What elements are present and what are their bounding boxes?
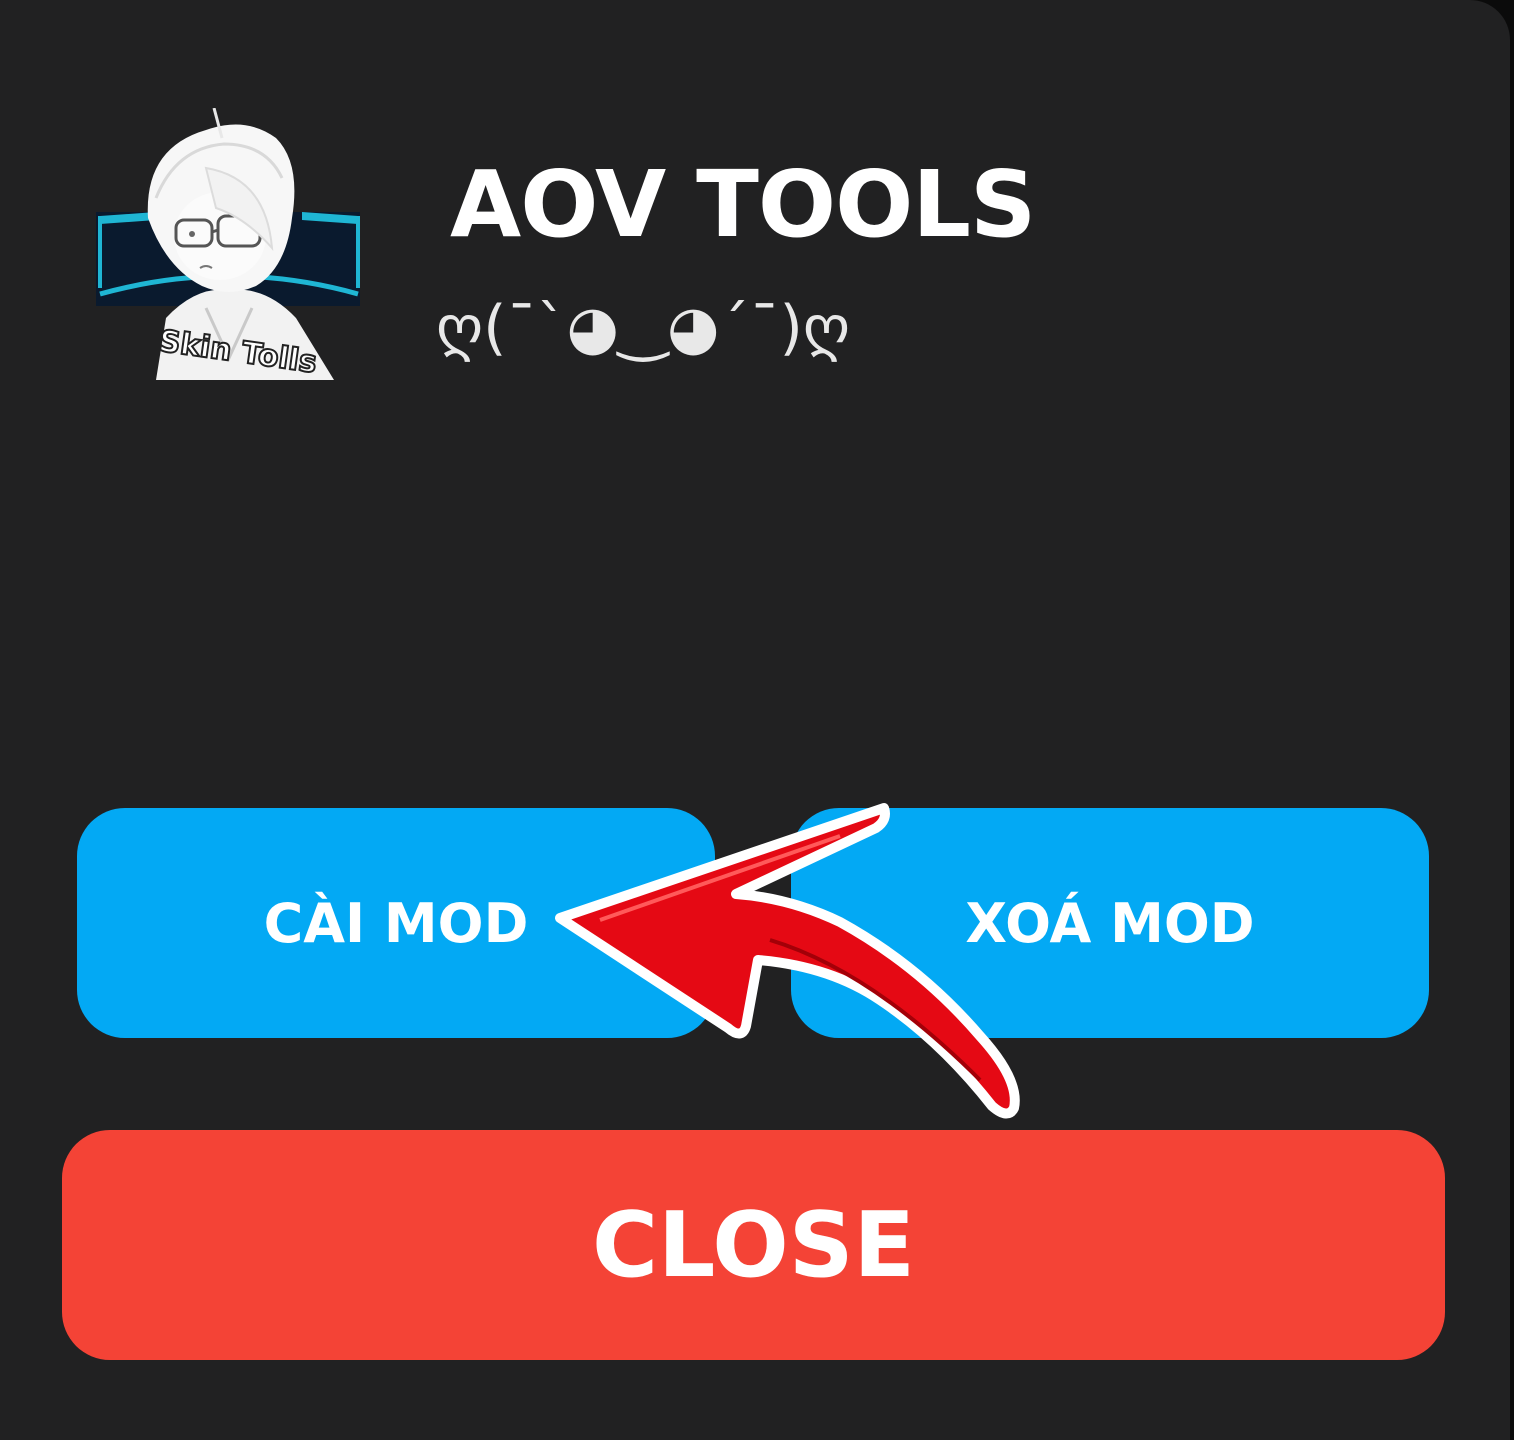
app-title: AOV TOOLS bbox=[450, 151, 1036, 258]
install-mod-button[interactable]: CÀI MOD bbox=[77, 808, 715, 1038]
close-button[interactable]: CLOSE bbox=[62, 1130, 1445, 1360]
remove-mod-button[interactable]: XOÁ MOD bbox=[791, 808, 1429, 1038]
app-logo: Skin Tolls bbox=[96, 107, 362, 382]
mod-tool-dialog: Skin Tolls AOV TOOLS ღ(¯`◕‿◕´¯)ღ CÀI MOD… bbox=[0, 0, 1510, 1440]
app-subtitle: ღ(¯`◕‿◕´¯)ღ bbox=[436, 293, 851, 363]
